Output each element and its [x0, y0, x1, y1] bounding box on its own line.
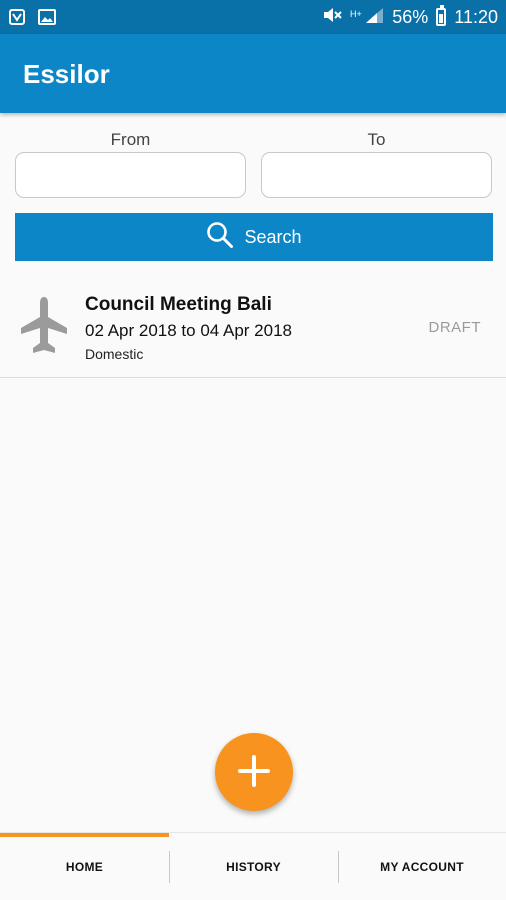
status-right-group: H+ 56% 11:20: [322, 0, 498, 34]
plane-icon: [20, 297, 68, 360]
status-badge: DRAFT: [428, 319, 481, 336]
svg-text:H+: H+: [350, 9, 362, 19]
trip-type: Domestic: [85, 346, 144, 362]
bottom-nav: HOME HISTORY MY ACCOUNT: [0, 832, 506, 900]
image-icon: [38, 8, 56, 31]
tab-my-account[interactable]: MY ACCOUNT: [338, 833, 506, 900]
battery-percent: 56%: [392, 6, 429, 27]
to-label: To: [367, 130, 386, 149]
trip-dates: 02 Apr 2018 to 04 Apr 2018: [85, 321, 293, 340]
status-bar: H+ 56% 11:20: [0, 0, 506, 34]
tab-history[interactable]: HISTORY: [169, 833, 338, 900]
signal-icon: H+: [350, 6, 384, 29]
gallery-icon: [8, 8, 26, 31]
from-label: From: [110, 130, 151, 149]
search-button[interactable]: Search: [15, 213, 493, 261]
trip-title: Council Meeting Bali: [85, 294, 272, 315]
from-input[interactable]: [15, 152, 246, 198]
status-left-icons: [8, 8, 56, 31]
trip-list-item[interactable]: Council Meeting Bali 02 Apr 2018 to 04 A…: [0, 279, 506, 378]
to-input[interactable]: [261, 152, 492, 198]
app-title: Essilor: [23, 59, 110, 89]
mute-icon: [322, 6, 342, 29]
tab-home[interactable]: HOME: [0, 833, 169, 900]
plus-icon: [237, 754, 271, 791]
add-trip-button[interactable]: [215, 733, 293, 811]
search-icon: [206, 221, 234, 254]
clock: 11:20: [454, 6, 498, 27]
search-button-label: Search: [244, 226, 302, 247]
app-bar: Essilor: [0, 34, 506, 113]
battery-icon: [436, 5, 447, 26]
